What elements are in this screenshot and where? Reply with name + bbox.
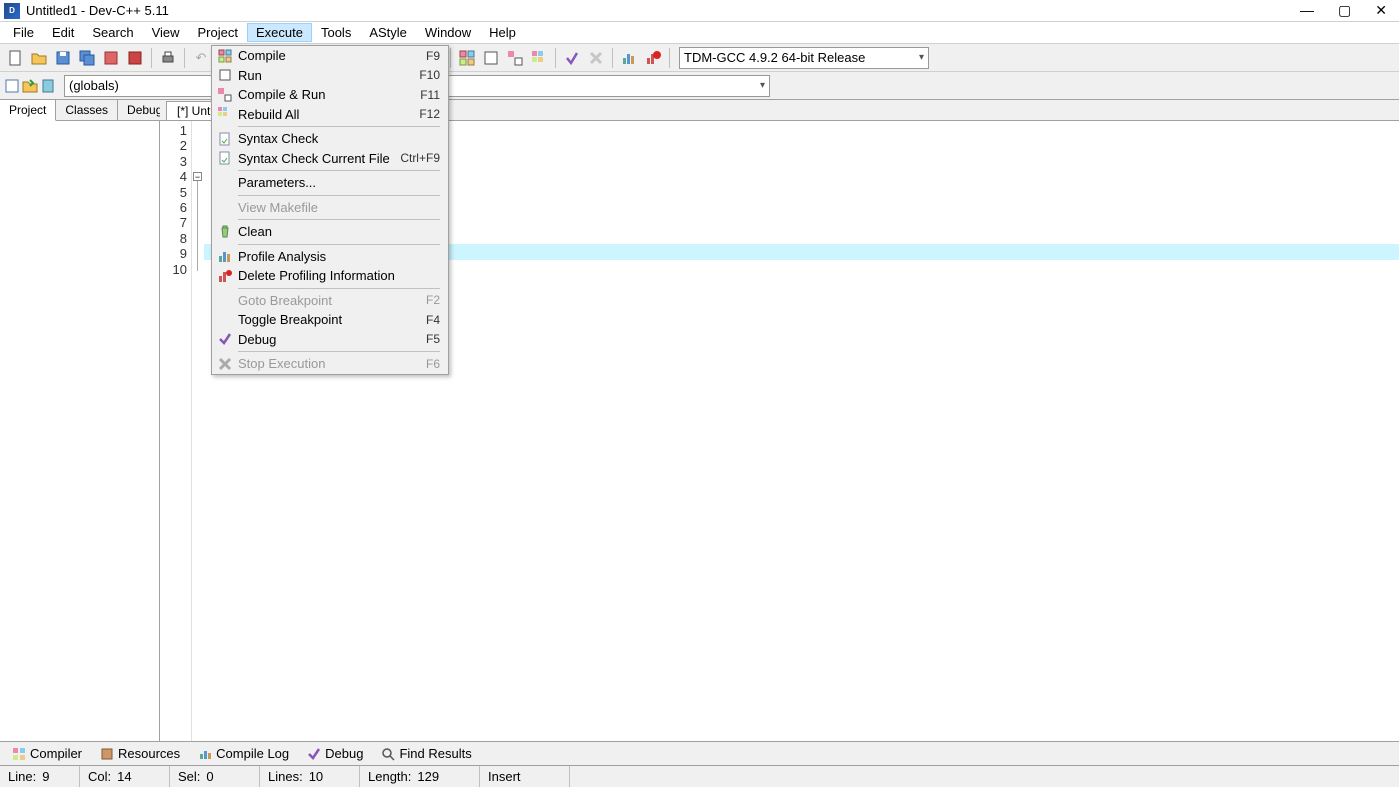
menu-item-compile-run[interactable]: Compile & RunF11	[212, 85, 448, 105]
bottom-tab-find-results[interactable]: Find Results	[373, 744, 479, 763]
menu-item-syntax-check[interactable]: Syntax Check	[212, 129, 448, 149]
compile-run-button[interactable]	[504, 47, 526, 69]
menu-item-syntax-check-current-file[interactable]: Syntax Check Current FileCtrl+F9	[212, 149, 448, 169]
menu-item-delete-profiling-information[interactable]: Delete Profiling Information	[212, 266, 448, 286]
fold-column: −	[192, 121, 204, 741]
menu-item-profile-analysis[interactable]: Profile Analysis	[212, 247, 448, 267]
bottom-tab-compile-log[interactable]: Compile Log	[190, 744, 297, 763]
bottom-tab-compiler[interactable]: Compiler	[4, 744, 90, 763]
menu-execute[interactable]: Execute	[247, 23, 312, 42]
tab-icon	[100, 747, 114, 761]
left-tab-classes[interactable]: Classes	[56, 100, 118, 120]
menu-bar: FileEditSearchViewProjectExecuteToolsASt…	[0, 22, 1399, 44]
delprof-icon	[216, 268, 234, 284]
compile-button[interactable]	[456, 47, 478, 69]
window-title: Untitled1 - Dev-C++ 5.11	[26, 3, 169, 18]
tab-icon	[307, 747, 321, 761]
menu-item-toggle-breakpoint[interactable]: Toggle BreakpointF4	[212, 310, 448, 330]
menu-help[interactable]: Help	[480, 23, 525, 42]
toolbar-secondary: (globals)▾ ▾	[0, 72, 1399, 100]
compiler-select[interactable]: TDM-GCC 4.9.2 64-bit Release▾	[679, 47, 929, 69]
undo-button[interactable]: ↶	[190, 47, 212, 69]
tab-icon	[198, 747, 212, 761]
insert-button[interactable]	[22, 78, 38, 94]
menu-item-view-makefile: View Makefile	[212, 198, 448, 218]
delete-profile-button[interactable]	[642, 47, 664, 69]
blank-icon	[216, 312, 234, 328]
print-button[interactable]	[157, 47, 179, 69]
syntax-icon	[216, 131, 234, 147]
app-icon: D	[4, 3, 20, 19]
left-panel: ProjectClassesDebug	[0, 100, 160, 741]
run-icon	[216, 67, 234, 83]
tab-icon	[381, 747, 395, 761]
menu-item-clean[interactable]: Clean	[212, 222, 448, 242]
profile-button[interactable]	[618, 47, 640, 69]
new-class-button[interactable]	[4, 78, 20, 94]
menu-tools[interactable]: Tools	[312, 23, 360, 42]
menu-file[interactable]: File	[4, 23, 43, 42]
menu-edit[interactable]: Edit	[43, 23, 83, 42]
bookmark-button[interactable]	[40, 78, 56, 94]
left-tab-project[interactable]: Project	[0, 100, 56, 121]
bottom-tab-resources[interactable]: Resources	[92, 744, 188, 763]
main-area: ProjectClassesDebug [*] Unt 12345678910 …	[0, 100, 1399, 741]
blank-icon	[216, 199, 234, 215]
menu-item-parameters-[interactable]: Parameters...	[212, 173, 448, 193]
menu-item-stop-execution: Stop ExecutionF6	[212, 354, 448, 374]
menu-item-rebuild-all[interactable]: Rebuild AllF12	[212, 105, 448, 125]
debug-icon	[216, 331, 234, 347]
clean-icon	[216, 224, 234, 240]
new-file-button[interactable]	[4, 47, 26, 69]
menu-window[interactable]: Window	[416, 23, 480, 42]
execute-menu-dropdown: CompileF9RunF10Compile & RunF11Rebuild A…	[211, 45, 449, 375]
menu-item-compile[interactable]: CompileF9	[212, 46, 448, 66]
menu-project[interactable]: Project	[189, 23, 247, 42]
symbols-combo[interactable]: ▾	[420, 75, 770, 97]
run-button[interactable]	[480, 47, 502, 69]
rebuild-button[interactable]	[528, 47, 550, 69]
maximize-button[interactable]: ▢	[1338, 2, 1351, 19]
stop-icon	[216, 356, 234, 372]
save-as-button[interactable]	[100, 47, 122, 69]
profile-icon	[216, 248, 234, 264]
minimize-button[interactable]: —	[1300, 2, 1314, 19]
bottom-tabs: CompilerResourcesCompile LogDebugFind Re…	[0, 741, 1399, 765]
rebuild-icon	[216, 106, 234, 122]
line-gutter: 12345678910	[160, 121, 192, 741]
blank-icon	[216, 175, 234, 191]
left-tabs: ProjectClassesDebug	[0, 100, 159, 121]
save-button[interactable]	[52, 47, 74, 69]
menu-item-debug[interactable]: DebugF5	[212, 330, 448, 350]
menu-item-goto-breakpoint: Goto BreakpointF2	[212, 291, 448, 311]
menu-view[interactable]: View	[143, 23, 189, 42]
status-bar: Line:9 Col:14 Sel:0 Lines:10 Length:129 …	[0, 765, 1399, 787]
menu-astyle[interactable]: AStyle	[360, 23, 416, 42]
grid-icon	[216, 48, 234, 64]
tab-icon	[12, 747, 26, 761]
compilerun-icon	[216, 87, 234, 103]
debug-button[interactable]	[561, 47, 583, 69]
syntaxfile-icon	[216, 150, 234, 166]
blank-icon	[216, 292, 234, 308]
bottom-tab-debug[interactable]: Debug	[299, 744, 371, 763]
close-file-button[interactable]	[124, 47, 146, 69]
save-all-button[interactable]	[76, 47, 98, 69]
close-button[interactable]: ✕	[1375, 2, 1387, 19]
menu-search[interactable]: Search	[83, 23, 142, 42]
title-bar: D Untitled1 - Dev-C++ 5.11 — ▢ ✕	[0, 0, 1399, 22]
fold-toggle[interactable]: −	[193, 172, 202, 181]
menu-item-run[interactable]: RunF10	[212, 66, 448, 86]
toolbar-main: ↶ TDM-GCC 4.9.2 64-bit Release▾	[0, 44, 1399, 72]
open-file-button[interactable]	[28, 47, 50, 69]
stop-button[interactable]	[585, 47, 607, 69]
